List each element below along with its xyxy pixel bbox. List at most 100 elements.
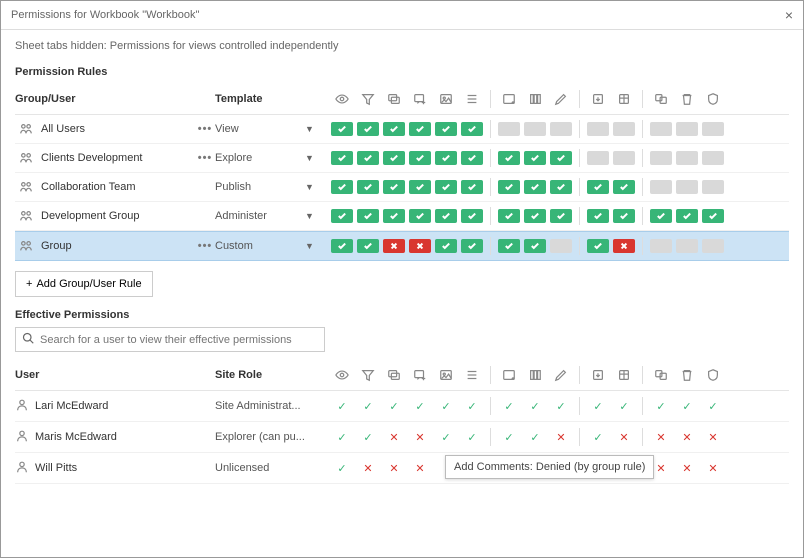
perm-badge[interactable] [357,209,379,223]
perm-badge[interactable] [331,239,353,253]
perm-badge[interactable] [435,180,457,194]
perm-badge[interactable] [524,209,546,223]
perm-badge[interactable] [461,122,483,136]
perm-badge[interactable] [383,122,405,136]
template-select[interactable]: Administer [215,210,305,222]
perm-badge[interactable] [676,209,698,223]
perm-badge[interactable] [524,239,546,253]
chevron-down-icon[interactable]: ▼ [305,182,323,192]
perm-badge[interactable] [461,209,483,223]
perm-badge[interactable] [613,209,635,223]
perm-badge[interactable] [550,239,572,253]
perm-badge[interactable] [702,122,724,136]
perm-badge[interactable] [650,180,672,194]
rule-row[interactable]: Group•••Custom▼ [15,231,789,261]
perm-badge[interactable] [357,122,379,136]
perm-badge[interactable] [357,239,379,253]
effective-cell: ✕ [613,431,635,444]
user-name: Will Pitts [35,462,77,474]
perm-badge[interactable] [409,239,431,253]
template-select[interactable]: Custom [215,240,305,252]
download-data-icon [613,91,635,107]
template-select[interactable]: Publish [215,181,305,193]
perm-badge[interactable] [331,122,353,136]
perm-badge[interactable] [550,209,572,223]
perm-badge[interactable] [650,209,672,223]
perm-badge[interactable] [498,239,520,253]
perm-badge[interactable] [676,180,698,194]
perm-badge[interactable] [331,151,353,165]
perm-badge[interactable] [524,180,546,194]
perm-badge[interactable] [409,122,431,136]
perm-badge[interactable] [550,180,572,194]
rule-row[interactable]: Clients Development•••Explore▼ [15,144,789,173]
header-group-user: Group/User [15,93,195,105]
more-icon[interactable]: ••• [195,123,215,135]
perm-badge[interactable] [357,180,379,194]
perm-badge[interactable] [409,180,431,194]
search-input-wrap[interactable] [15,327,325,352]
perm-badge[interactable] [702,209,724,223]
perm-badge[interactable] [435,122,457,136]
perm-badge[interactable] [435,151,457,165]
chevron-down-icon[interactable]: ▼ [305,124,323,134]
perm-badge[interactable] [676,122,698,136]
chevron-down-icon[interactable]: ▼ [305,241,323,251]
perm-badge[interactable] [613,122,635,136]
perm-badge[interactable] [613,151,635,165]
perm-badge[interactable] [702,239,724,253]
perm-badge[interactable] [498,122,520,136]
perm-badge[interactable] [409,209,431,223]
user-icon [15,398,29,415]
perm-badge[interactable] [550,122,572,136]
perm-badge[interactable] [550,151,572,165]
perm-badge[interactable] [498,151,520,165]
perm-badge[interactable] [383,239,405,253]
perm-badge[interactable] [587,239,609,253]
perm-badge[interactable] [331,209,353,223]
search-input[interactable] [40,334,318,346]
perm-badge[interactable] [702,151,724,165]
rule-row[interactable]: Development GroupAdminister▼ [15,202,789,231]
rule-row[interactable]: Collaboration TeamPublish▼ [15,173,789,202]
perm-badge[interactable] [587,180,609,194]
perm-badge[interactable] [613,180,635,194]
perm-badge[interactable] [461,151,483,165]
perm-badge[interactable] [498,180,520,194]
header-site-role: Site Role [215,369,323,381]
perm-badge[interactable] [435,239,457,253]
perm-badge[interactable] [676,239,698,253]
perm-badge[interactable] [498,209,520,223]
template-select[interactable]: Explore [215,152,305,164]
perm-badge[interactable] [383,151,405,165]
rule-row[interactable]: All Users•••View▼ [15,115,789,144]
perm-badge[interactable] [461,239,483,253]
more-icon[interactable]: ••• [195,240,215,252]
perm-badge[interactable] [524,151,546,165]
perm-badge[interactable] [587,122,609,136]
perm-badge[interactable] [435,209,457,223]
perm-badge[interactable] [587,209,609,223]
perm-badge[interactable] [676,151,698,165]
chevron-down-icon[interactable]: ▼ [305,211,323,221]
template-select[interactable]: View [215,123,305,135]
more-icon[interactable]: ••• [195,152,215,164]
perm-badge[interactable] [650,122,672,136]
chevron-down-icon[interactable]: ▼ [305,153,323,163]
perm-badge[interactable] [650,239,672,253]
perm-badge[interactable] [383,180,405,194]
perm-badge[interactable] [613,239,635,253]
perm-badge[interactable] [524,122,546,136]
perm-badge[interactable] [357,151,379,165]
perm-badge[interactable] [702,180,724,194]
perm-badge[interactable] [587,151,609,165]
perm-badge[interactable] [650,151,672,165]
site-role: Site Administrat... [215,400,323,412]
perm-badge[interactable] [461,180,483,194]
perm-badge[interactable] [409,151,431,165]
add-group-user-rule-button[interactable]: + Add Group/User Rule [15,271,153,297]
perm-badge[interactable] [383,209,405,223]
save-icon [524,367,546,383]
close-icon[interactable]: × [785,7,793,23]
perm-badge[interactable] [331,180,353,194]
